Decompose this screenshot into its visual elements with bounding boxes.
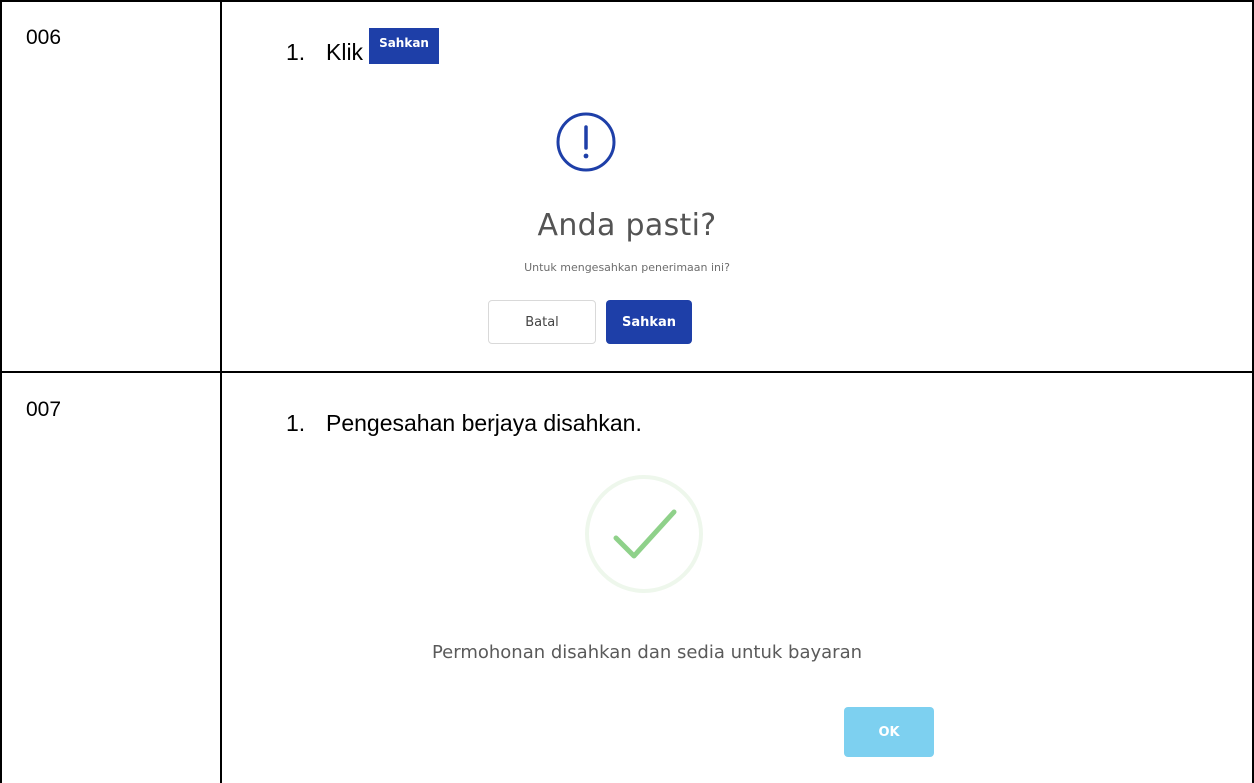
success-message: Permohonan disahkan dan sedia untuk baya… xyxy=(431,642,863,663)
step-number: 1. xyxy=(286,410,306,436)
confirm-button[interactable]: Sahkan xyxy=(606,300,692,344)
dialog-title: Anda pasti? xyxy=(537,208,717,243)
step-number: 1. xyxy=(286,38,306,65)
step-text: Pengesahan berjaya disahkan. xyxy=(326,410,642,436)
table-top-border xyxy=(0,0,1254,2)
inline-confirm-button: Sahkan xyxy=(369,28,439,64)
dialog-subtitle: Untuk mengesahkan penerimaan ini? xyxy=(524,261,730,274)
row-id: 006 xyxy=(26,26,62,49)
row-divider xyxy=(0,371,1254,373)
column-divider xyxy=(220,0,222,783)
exclamation-circle-icon xyxy=(556,112,616,172)
steps-table: 006 1. Klik Sahkan Anda pasti? Untuk men… xyxy=(0,0,1254,783)
step-instruction: 1. Pengesahan berjaya disahkan. xyxy=(286,410,642,437)
cancel-button[interactable]: Batal xyxy=(488,300,596,344)
step-instruction: 1. Klik Sahkan xyxy=(286,28,439,70)
table-left-border xyxy=(0,0,2,783)
row-id: 007 xyxy=(26,398,62,421)
ok-button[interactable]: OK xyxy=(844,707,934,757)
step-text: Klik xyxy=(326,38,364,65)
checkmark-circle-icon xyxy=(585,475,703,593)
